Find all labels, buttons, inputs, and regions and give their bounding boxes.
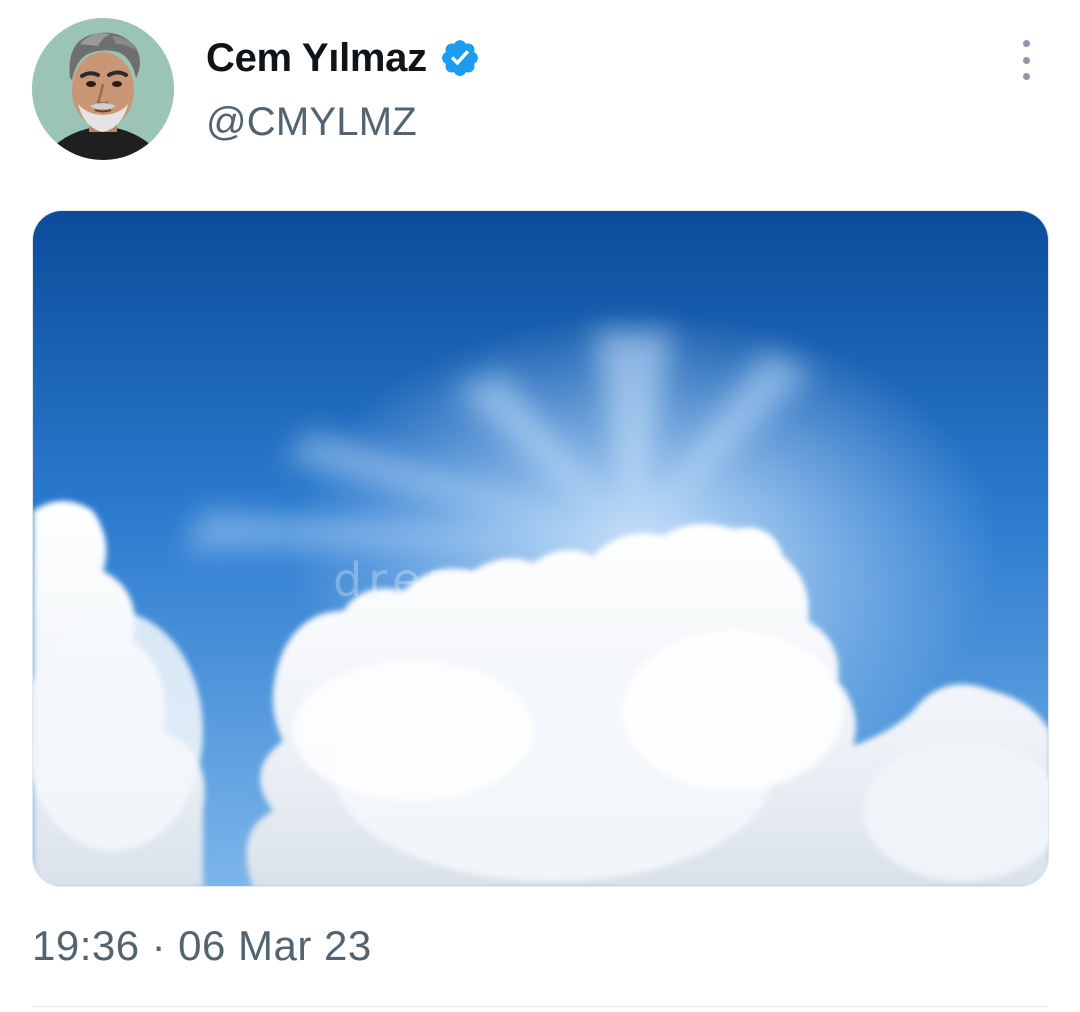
author-display-name[interactable]: Cem Yılmaz (206, 36, 427, 81)
author-avatar[interactable] (32, 18, 174, 160)
more-dot (1022, 56, 1030, 64)
tweet-timestamp[interactable]: 19:36 · 06 Mar 23 (32, 922, 372, 970)
more-dot (1022, 40, 1030, 47)
divider (32, 1006, 1048, 1007)
tweet-date[interactable]: 06 Mar 23 (178, 922, 372, 969)
verified-badge-icon[interactable] (439, 37, 481, 79)
tweet-media-image[interactable]: dreamstime (32, 210, 1049, 887)
sky-clouds-photo: dreamstime (33, 211, 1048, 886)
tweet-time[interactable]: 19:36 (32, 922, 140, 969)
author-handle[interactable]: @CMYLMZ (206, 100, 417, 145)
avatar-illustration (32, 18, 174, 160)
author-name-row[interactable]: Cem Yılmaz (206, 32, 481, 84)
timestamp-separator: · (151, 922, 167, 969)
more-vertical-icon[interactable] (1008, 40, 1044, 80)
watermark-text: dreamstime (333, 553, 669, 607)
more-dot (1022, 73, 1030, 80)
